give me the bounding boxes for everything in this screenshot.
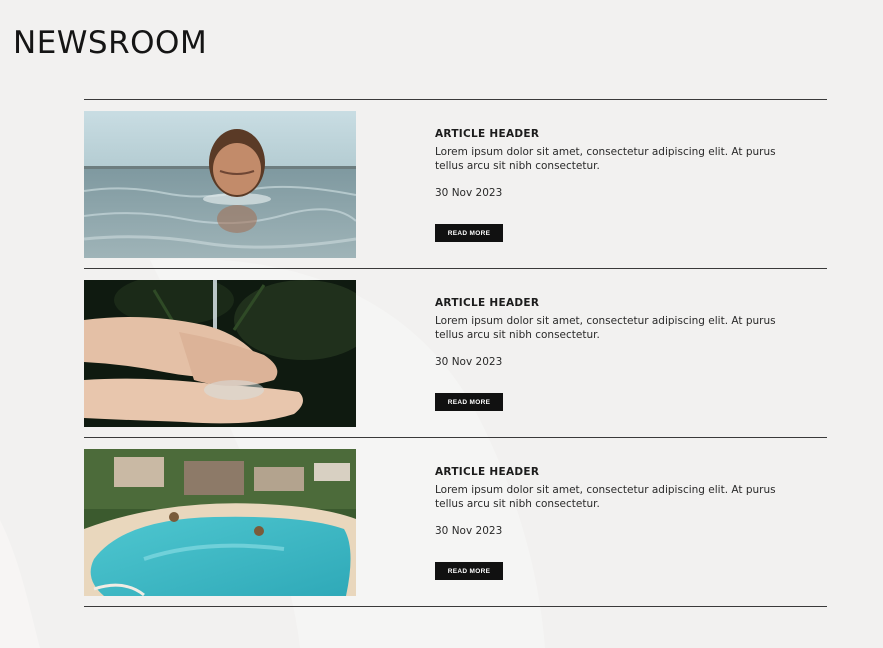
read-more-button[interactable]: READ MORE bbox=[435, 224, 503, 242]
article-list: ARTICLE HEADER Lorem ipsum dolor sit ame… bbox=[84, 99, 827, 607]
article-image[interactable] bbox=[84, 111, 356, 258]
article-excerpt: Lorem ipsum dolor sit amet, consectetur … bbox=[435, 146, 776, 172]
article-header: ARTICLE HEADER bbox=[435, 128, 540, 140]
article-date: 30 Nov 2023 bbox=[435, 525, 503, 537]
article-item: ARTICLE HEADER Lorem ipsum dolor sit ame… bbox=[84, 269, 827, 437]
article-text: ARTICLE HEADER Lorem ipsum dolor sit ame… bbox=[435, 297, 795, 368]
article-text: ARTICLE HEADER Lorem ipsum dolor sit ame… bbox=[435, 466, 795, 537]
article-text: ARTICLE HEADER Lorem ipsum dolor sit ame… bbox=[435, 128, 795, 199]
article-image[interactable] bbox=[84, 449, 356, 596]
swimmer-in-water-photo bbox=[84, 111, 356, 258]
page-title: NEWSROOM bbox=[13, 25, 208, 61]
article-header: ARTICLE HEADER bbox=[435, 297, 540, 309]
hands-catching-water-photo bbox=[84, 280, 356, 427]
resort-pool-aerial-photo bbox=[84, 449, 356, 596]
read-more-button[interactable]: READ MORE bbox=[435, 393, 503, 411]
article-header: ARTICLE HEADER bbox=[435, 466, 540, 478]
article-item: ARTICLE HEADER Lorem ipsum dolor sit ame… bbox=[84, 100, 827, 268]
divider bbox=[84, 606, 827, 607]
newsroom-page: NEWSROOM ARTICLE HEADER Lorem ipsum dolo… bbox=[0, 0, 883, 648]
article-excerpt: Lorem ipsum dolor sit amet, consectetur … bbox=[435, 484, 776, 510]
article-date: 30 Nov 2023 bbox=[435, 187, 503, 199]
read-more-button[interactable]: READ MORE bbox=[435, 562, 503, 580]
article-excerpt: Lorem ipsum dolor sit amet, consectetur … bbox=[435, 315, 776, 341]
article-image[interactable] bbox=[84, 280, 356, 427]
article-item: ARTICLE HEADER Lorem ipsum dolor sit ame… bbox=[84, 438, 827, 606]
article-date: 30 Nov 2023 bbox=[435, 356, 503, 368]
